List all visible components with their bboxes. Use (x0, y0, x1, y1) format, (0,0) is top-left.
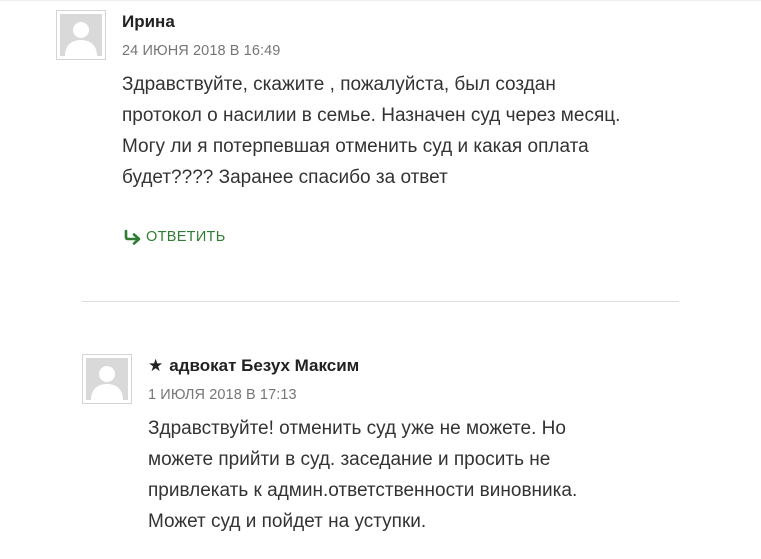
reply-arrow-icon (124, 229, 141, 245)
comment-line: будет???? Заранее спасибо за ответ (122, 167, 448, 188)
comment-body: Здравствуйте! отменить суд уже не можете… (148, 413, 577, 537)
default-avatar-icon (86, 358, 128, 400)
top-divider (0, 0, 761, 1)
star-icon: ★ (148, 356, 164, 375)
comment-date[interactable]: 24 ИЮНЯ 2018 В 16:49 (122, 43, 280, 59)
avatar (82, 354, 132, 404)
comments-page: Ирина 24 ИЮНЯ 2018 В 16:49 Здравствуйте,… (0, 0, 761, 559)
comment-line: привлекать к админ.ответственности винов… (148, 480, 578, 501)
reply-button[interactable]: ОТВЕТИТЬ (123, 229, 226, 245)
comment-author[interactable]: Ирина (122, 12, 175, 32)
comment-author-name: адвокат Безух Максим (169, 356, 360, 375)
reply-label: ОТВЕТИТЬ (146, 229, 226, 245)
comment-line: Здравствуйте! отменить суд уже не можете… (148, 418, 566, 439)
comment-line: Могу ли я потерпевшая отменить суд и как… (122, 136, 589, 157)
avatar (56, 10, 106, 60)
comment-line: Может суд и пойдет на уступки. (148, 511, 427, 532)
comment-date[interactable]: 1 ИЮЛЯ 2018 В 17:13 (148, 387, 297, 403)
default-avatar-icon (60, 14, 102, 56)
comment-body: Здравствуйте, скажите , пожалуйста, был … (122, 69, 620, 193)
comment-line: Здравствуйте, скажите , пожалуйста, был … (122, 74, 556, 95)
comment-divider (82, 301, 679, 302)
comment-line: можете прийти в суд. заседание и просить… (148, 449, 551, 470)
comment-author[interactable]: ★ адвокат Безух Максим (148, 356, 359, 376)
comment-line: протокол о насилии в семье. Назначен суд… (122, 105, 621, 126)
